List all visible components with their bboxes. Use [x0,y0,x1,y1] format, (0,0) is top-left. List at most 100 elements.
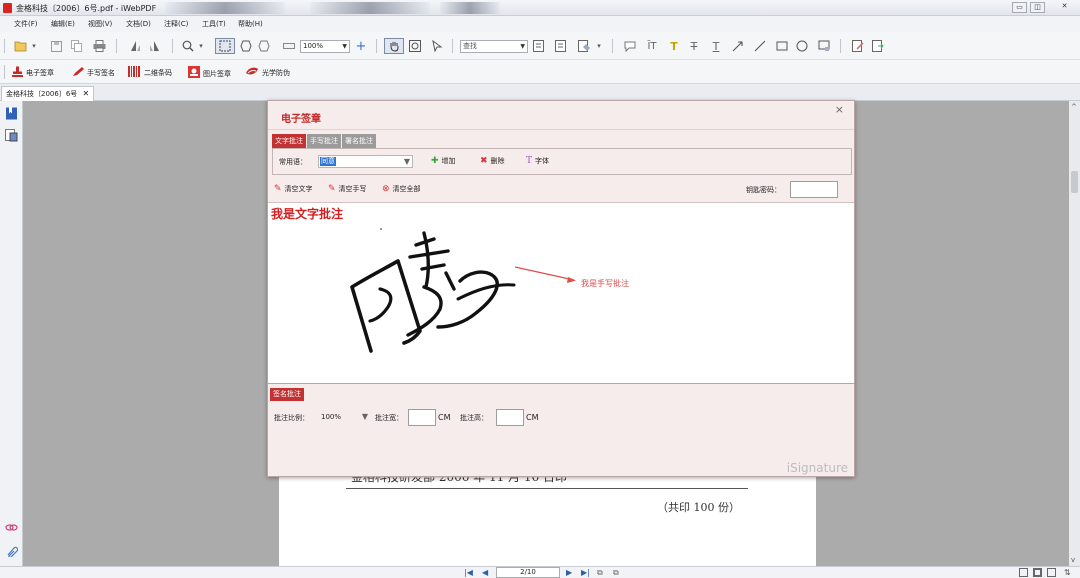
print-icon[interactable] [90,38,108,54]
toolbar-separator [376,39,377,53]
back-view-icon[interactable]: ⧉ [597,567,603,578]
line-tool-icon[interactable] [752,38,768,54]
find-prev-icon[interactable] [552,38,568,54]
find-next-icon[interactable] [530,38,546,54]
rotate-right-icon[interactable] [146,38,164,54]
left-sidebar [0,101,23,566]
password-label: 钥匙密码： [746,186,781,194]
image-stamp-button[interactable]: 图片签章 [188,66,231,81]
facing-view-icon[interactable] [1047,568,1056,577]
bookmark-icon[interactable] [5,107,18,120]
attachment-icon[interactable] [5,544,19,559]
thumbnails-icon[interactable] [5,129,18,142]
delete-phrase-button[interactable]: ✖ 删除 [480,156,505,166]
menu-edit[interactable]: 编辑(E) [51,19,75,29]
stamp-button[interactable]: 电子签章 [12,66,54,80]
clear-hand-button[interactable]: ✎ 清空手写 [328,184,367,194]
zoom-out-icon[interactable] [282,38,296,54]
export-icon[interactable] [870,38,886,54]
tab-signed-annotation[interactable]: 署名批注 [342,134,376,148]
link-chain-icon[interactable] [5,521,18,534]
menu-help[interactable]: 帮助(H) [238,19,263,29]
last-page-icon[interactable]: ▶| [581,567,590,578]
open-file-icon[interactable] [12,38,30,54]
forward-view-icon[interactable]: ⧉ [613,567,619,578]
close-window-button[interactable]: ✕ [1057,2,1072,13]
ellipse-tool-icon[interactable] [794,38,810,54]
edit-document-icon[interactable] [850,38,866,54]
close-tab-icon[interactable]: ✕ [83,89,90,98]
ratio-value: 100% [321,413,342,421]
clear-text-button[interactable]: ✎ 清空文字 [274,184,313,194]
tab-hand-annotation[interactable]: 手写批注 [307,134,341,148]
fit-page-icon[interactable] [215,38,235,54]
annotation-canvas[interactable]: 我是文字批注 我是手写批注 [268,202,854,384]
single-page-view-icon[interactable] [1019,568,1028,577]
rotate-left-icon[interactable] [126,38,144,54]
insert-text-icon[interactable]: ĪT [644,38,660,54]
toolbar-separator [612,39,613,53]
underline-icon[interactable]: T [708,38,724,54]
select-arrow-icon[interactable] [428,38,446,54]
copy-icon[interactable] [68,38,84,54]
prev-page-icon[interactable]: ◀ [482,567,488,578]
scroll-thumb[interactable] [1071,171,1078,193]
open-dropdown-icon[interactable]: ▾ [30,38,38,54]
tab-document[interactable]: 金格科技〔2006〕6号 ✕ [1,86,95,101]
continuous-facing-icon[interactable]: ⇅ [1064,567,1071,578]
comment-icon[interactable] [622,38,638,54]
image-stamp-icon [188,66,200,81]
menu-annotation[interactable]: 注释(C) [164,19,188,29]
handwrite-sign-button[interactable]: 手写签名 [72,66,115,80]
highlight-dropdown-icon[interactable]: ▾ [595,38,603,54]
highlight-tool-icon[interactable] [575,38,593,54]
password-input[interactable] [790,181,838,198]
clear-all-button[interactable]: ⊗ 清空全部 [382,184,421,194]
minimize-button[interactable]: ▭ [1012,2,1027,13]
continuous-view-icon[interactable] [1033,568,1042,577]
strikethrough-icon[interactable]: T [686,38,702,54]
font-button[interactable]: T 字体 [526,156,549,166]
next-page-icon[interactable]: ▶ [566,567,572,578]
vertical-scrollbar[interactable]: ^ v [1069,101,1080,566]
menu-file[interactable]: 文件(F) [14,19,38,29]
signature-settings: 批注比例： 100% ▼ 批注宽： CM 批注高： CM [272,408,852,428]
add-phrase-button[interactable]: ✚ 增加 [431,156,456,166]
close-dialog-button[interactable]: × [835,103,844,116]
zoom-dropdown-icon[interactable]: ▾ [197,38,205,54]
tab-text-annotation[interactable]: 文字批注 [272,134,306,148]
zoom-icon[interactable] [180,38,196,54]
ratio-label: 批注比例： [274,414,309,422]
menu-view[interactable]: 视图(V) [88,19,112,29]
stamp-tool-icon[interactable] [816,38,832,54]
phrase-label: 常用语： [279,158,307,166]
restore-button[interactable]: ◫ [1030,2,1045,13]
snapshot-icon[interactable] [406,38,424,54]
rectangle-tool-icon[interactable] [774,38,790,54]
zoom-in-icon[interactable]: + [354,38,368,54]
arrow-tool-icon[interactable] [730,38,746,54]
width-label: 批注宽： [375,414,403,422]
zoom-select[interactable]: 100% ▼ [300,40,350,53]
height-input[interactable] [496,409,524,426]
hand-annotation-label: 我是手写批注 [581,279,629,288]
menu-document[interactable]: 文档(D) [126,19,151,29]
ratio-select[interactable]: 100% ▼ [318,410,370,424]
phrase-select[interactable]: 同意 ▼ [318,155,413,168]
text-highlight-icon[interactable]: T [666,38,682,54]
page-number-input[interactable]: 2/10 [496,567,560,578]
optical-security-button[interactable]: 光学防伪 [245,66,290,80]
actual-size-icon[interactable] [256,38,272,54]
fit-width-icon[interactable] [238,38,254,54]
first-page-icon[interactable]: |◀ [464,567,473,578]
menu-tools[interactable]: 工具(T) [202,19,226,29]
scroll-down-icon[interactable]: v [1071,556,1075,564]
search-input[interactable]: 查找 ▼ [460,40,528,53]
tab-signature-annotation[interactable]: 签名批注 [270,388,304,401]
save-icon[interactable] [48,38,64,54]
barcode-button[interactable]: 二维条码 [128,66,172,80]
chevron-down-icon: ▼ [361,412,368,421]
scroll-up-icon[interactable]: ^ [1071,103,1077,111]
hand-tool-icon[interactable] [384,38,404,54]
width-input[interactable] [408,409,436,426]
